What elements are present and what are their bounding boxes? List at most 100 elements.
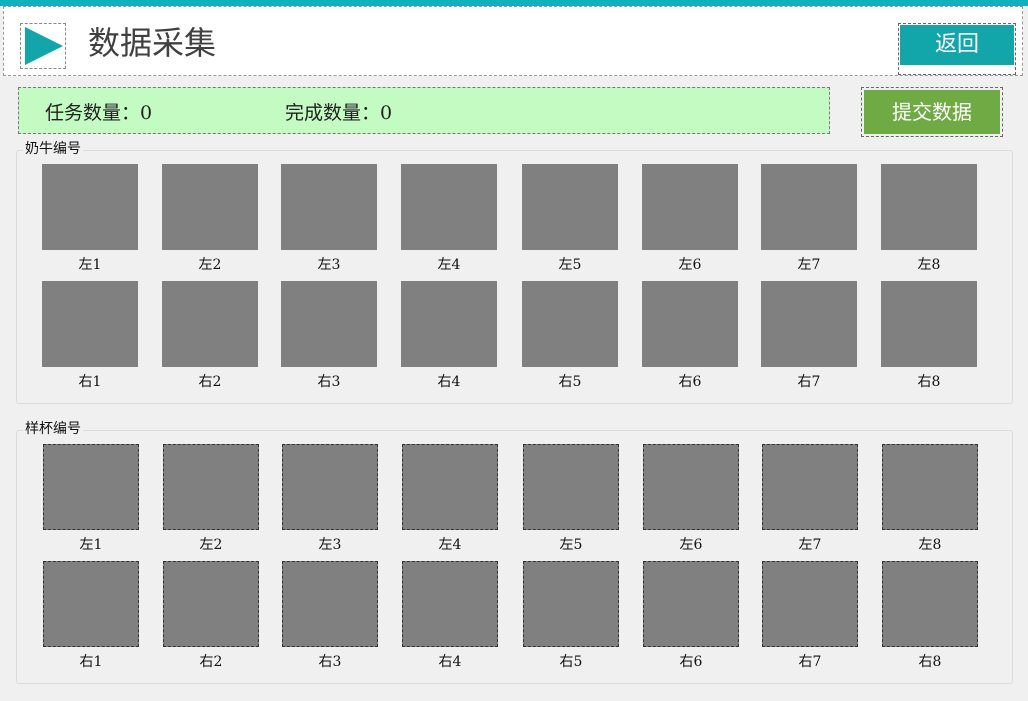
cup-slot-label: 右4: [438, 654, 462, 670]
cow-slot[interactable]: 左5: [522, 164, 618, 274]
cup-slot[interactable]: 左6: [643, 444, 739, 554]
cup-slot-label: 右8: [918, 654, 942, 670]
cup-slot[interactable]: 右2: [163, 561, 259, 671]
cow-slot-label: 右4: [437, 374, 461, 390]
cup-slot[interactable]: 右5: [523, 561, 619, 671]
cup-id-group: 样杯编号 左1 左2 左3 左4 左5 左6 左7 左8 右1 右2 右3 右4 右5 右6 右7 右8: [16, 420, 1013, 684]
cow-slot[interactable]: 左7: [761, 164, 857, 274]
cup-slot-image[interactable]: [523, 444, 619, 530]
cup-slot[interactable]: 右4: [402, 561, 498, 671]
cup-slot-label: 右5: [559, 654, 583, 670]
submit-data-label: 提交数据: [864, 90, 1000, 134]
cow-slot[interactable]: 左6: [642, 164, 738, 274]
cup-slot[interactable]: 右1: [43, 561, 139, 671]
cow-slot[interactable]: 左1: [42, 164, 138, 274]
cow-slot-label: 左8: [917, 257, 941, 273]
cup-slot[interactable]: 左3: [282, 444, 378, 554]
cow-id-group: 奶牛编号 左1 左2 左3 左4 左5 左6 左7 左8 右1 右2 右3 右4 右5 右6 右7 右8: [16, 140, 1013, 404]
cup-id-group-title: 样杯编号: [23, 420, 83, 438]
cow-slot-image[interactable]: [401, 164, 497, 250]
status-panel: 任务数量：0 完成数量：0: [18, 87, 830, 134]
cup-slot-image[interactable]: [762, 444, 858, 530]
cup-slot-image[interactable]: [43, 561, 139, 647]
cup-slot[interactable]: 左1: [43, 444, 139, 554]
cup-slot[interactable]: 右7: [762, 561, 858, 671]
header-bar: 数据采集 返回: [3, 6, 1023, 76]
cow-slot[interactable]: 右2: [162, 281, 258, 391]
submit-data-button[interactable]: 提交数据: [861, 87, 1003, 137]
cow-slot-label: 左3: [317, 257, 341, 273]
cup-slot-image[interactable]: [402, 561, 498, 647]
cup-slot[interactable]: 左5: [523, 444, 619, 554]
cup-slot-label: 右6: [679, 654, 703, 670]
cup-slot-label: 左8: [918, 537, 942, 553]
cow-slot-label: 右7: [797, 374, 821, 390]
cup-slot-image[interactable]: [163, 561, 259, 647]
cow-slot-label: 左7: [797, 257, 821, 273]
cow-slot-image[interactable]: [642, 164, 738, 250]
cup-slot-label: 右7: [798, 654, 822, 670]
cow-slot[interactable]: 右4: [401, 281, 497, 391]
cow-slot-image[interactable]: [162, 164, 258, 250]
cow-slot-image[interactable]: [401, 281, 497, 367]
cow-slot-label: 右2: [198, 374, 222, 390]
cup-slot-image[interactable]: [762, 561, 858, 647]
page-title: 数据采集: [88, 24, 217, 62]
cow-slot[interactable]: 左2: [162, 164, 258, 274]
cow-slot-image[interactable]: [522, 281, 618, 367]
cup-slot-label: 左3: [318, 537, 342, 553]
cup-slot-label: 左6: [679, 537, 703, 553]
cup-slot-image[interactable]: [643, 444, 739, 530]
cow-slot-label: 右5: [558, 374, 582, 390]
cup-slot-label: 左1: [79, 537, 103, 553]
cup-slot-image[interactable]: [882, 444, 978, 530]
cow-slot[interactable]: 左8: [881, 164, 977, 274]
cow-slot[interactable]: 右1: [42, 281, 138, 391]
cow-slot[interactable]: 右3: [281, 281, 377, 391]
back-button-label: 返回: [900, 25, 1014, 65]
cup-slot-image[interactable]: [282, 561, 378, 647]
cup-slot[interactable]: 左8: [882, 444, 978, 554]
cup-slot-label: 左4: [438, 537, 462, 553]
cow-slot-label: 左2: [198, 257, 222, 273]
cow-slot-image[interactable]: [761, 164, 857, 250]
cup-slot-label: 右1: [79, 654, 103, 670]
cow-slot[interactable]: 右6: [642, 281, 738, 391]
cup-slot-image[interactable]: [163, 444, 259, 530]
cup-slot-image[interactable]: [402, 444, 498, 530]
cup-slot-image[interactable]: [882, 561, 978, 647]
cow-slot-image[interactable]: [761, 281, 857, 367]
cup-slot[interactable]: 右3: [282, 561, 378, 671]
task-count-label: 任务数量：0: [45, 102, 153, 124]
cow-slot[interactable]: 左3: [281, 164, 377, 274]
cup-slot-image[interactable]: [643, 561, 739, 647]
cow-slot[interactable]: 右7: [761, 281, 857, 391]
cow-slot-image[interactable]: [522, 164, 618, 250]
cow-slot[interactable]: 右5: [522, 281, 618, 391]
cow-slot[interactable]: 左4: [401, 164, 497, 274]
cow-slot-image[interactable]: [881, 164, 977, 250]
cow-slot-image[interactable]: [42, 164, 138, 250]
done-count-label: 完成数量：0: [285, 102, 393, 124]
cow-slot-image[interactable]: [881, 281, 977, 367]
cow-slot-label: 左1: [78, 257, 102, 273]
cup-slot-image[interactable]: [523, 561, 619, 647]
cup-slot-image[interactable]: [282, 444, 378, 530]
cow-slot-image[interactable]: [642, 281, 738, 367]
cup-slot[interactable]: 右8: [882, 561, 978, 671]
cow-slot-image[interactable]: [162, 281, 258, 367]
cow-slot-image[interactable]: [281, 281, 377, 367]
cup-slot[interactable]: 左2: [163, 444, 259, 554]
play-triangle-icon: [20, 23, 66, 69]
cow-slot-label: 右1: [78, 374, 102, 390]
cow-slot[interactable]: 右8: [881, 281, 977, 391]
cup-slot-label: 左5: [559, 537, 583, 553]
cup-slot-label: 左7: [798, 537, 822, 553]
cow-slot-image[interactable]: [42, 281, 138, 367]
cup-slot[interactable]: 左4: [402, 444, 498, 554]
cup-slot[interactable]: 右6: [643, 561, 739, 671]
cup-slot[interactable]: 左7: [762, 444, 858, 554]
back-button[interactable]: 返回: [898, 23, 1016, 75]
cup-slot-image[interactable]: [43, 444, 139, 530]
cow-slot-image[interactable]: [281, 164, 377, 250]
